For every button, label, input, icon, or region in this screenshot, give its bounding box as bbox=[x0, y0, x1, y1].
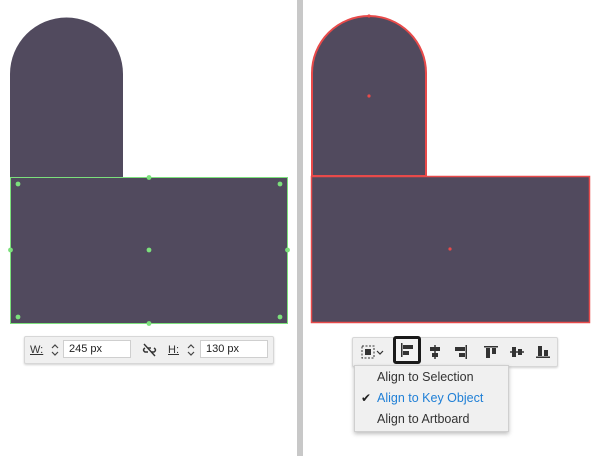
width-field[interactable]: 245 px bbox=[63, 340, 131, 358]
key-object-anchor-top bbox=[367, 14, 371, 18]
handle-middle-left[interactable] bbox=[8, 247, 13, 253]
align-left-icon[interactable] bbox=[393, 336, 421, 364]
width-label: W: bbox=[30, 344, 44, 356]
height-field[interactable]: 130 px bbox=[200, 340, 268, 358]
menu-item-align-to-selection[interactable]: Align to Selection bbox=[355, 367, 508, 388]
left-artboard-panel[interactable] bbox=[0, 0, 297, 456]
menu-item-label: Align to Artboard bbox=[377, 412, 470, 426]
rectangle-center-point bbox=[448, 247, 452, 251]
align-to-dropdown-icon[interactable] bbox=[359, 342, 387, 362]
align-right-icon[interactable] bbox=[451, 342, 471, 362]
handle-top-center[interactable] bbox=[146, 175, 152, 180]
align-toolbar bbox=[352, 336, 558, 367]
align-horizontal-center-icon[interactable] bbox=[425, 342, 445, 362]
align-top-icon[interactable] bbox=[481, 342, 501, 362]
stepper-icon[interactable] bbox=[50, 342, 60, 358]
menu-item-align-to-key-object[interactable]: ✔ Align to Key Object bbox=[355, 388, 508, 409]
menu-item-align-to-artboard[interactable]: Align to Artboard bbox=[355, 409, 508, 430]
align-to-menu: Align to Selection ✔ Align to Key Object… bbox=[354, 365, 509, 432]
align-bottom-icon[interactable] bbox=[533, 342, 553, 362]
handle-top-left[interactable] bbox=[15, 181, 21, 187]
handle-bottom-left[interactable] bbox=[15, 314, 21, 320]
stepper-icon[interactable] bbox=[186, 342, 196, 358]
handle-bottom-center[interactable] bbox=[146, 321, 152, 326]
transform-toolbar: W: 245 px H: 130 px bbox=[24, 336, 274, 364]
handle-top-right[interactable] bbox=[277, 181, 283, 187]
checkmark-icon: ✔ bbox=[361, 391, 372, 405]
rounded-top-shape[interactable] bbox=[10, 17, 123, 178]
link-broken-icon[interactable] bbox=[141, 342, 158, 358]
menu-item-label: Align to Key Object bbox=[377, 391, 484, 405]
handle-middle-right[interactable] bbox=[285, 247, 290, 253]
menu-item-label: Align to Selection bbox=[377, 370, 474, 384]
handle-center[interactable] bbox=[146, 247, 152, 253]
key-object-center-point bbox=[367, 94, 371, 98]
right-artwork-canvas[interactable] bbox=[303, 0, 600, 336]
left-artwork-canvas[interactable] bbox=[0, 0, 297, 336]
align-vertical-center-icon[interactable] bbox=[507, 342, 527, 362]
handle-bottom-right[interactable] bbox=[277, 314, 283, 320]
height-label: H: bbox=[168, 344, 179, 356]
